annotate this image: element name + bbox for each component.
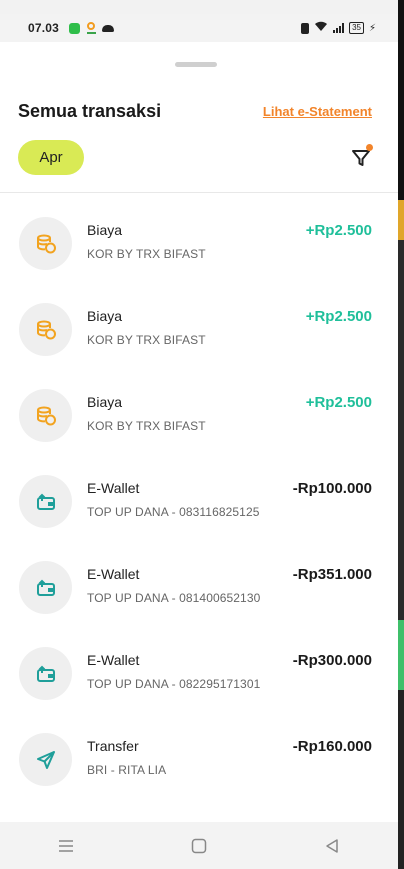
background-strip (398, 620, 404, 690)
transaction-row[interactable]: E-Wallet TOP UP DANA - 082295171301 -Rp3… (0, 622, 398, 708)
location-app-icon (86, 22, 97, 34)
wifi-icon (314, 21, 328, 35)
transaction-title: Transfer (87, 738, 139, 754)
filter-icon[interactable] (350, 144, 373, 169)
transaction-title: Biaya (87, 222, 123, 238)
background-strip (398, 200, 404, 240)
e-statement-link[interactable]: Lihat e-Statement (263, 104, 372, 119)
phone-screen: 07.03 35 ⚡ Semua transaksi Lihat e-State… (0, 0, 398, 869)
coin-stack-icon (19, 217, 72, 270)
wallet-topup-icon (19, 561, 72, 614)
page-title: Semua transaksi (18, 101, 162, 121)
transaction-row[interactable]: Biaya KOR BY TRX BIFAST +Rp2.500 (0, 278, 398, 364)
transaction-title: Biaya (87, 394, 123, 410)
drag-handle[interactable] (175, 62, 217, 67)
coin-stack-icon (19, 389, 72, 442)
coin-stack-icon (19, 303, 72, 356)
transaction-row[interactable]: Transfer BRI - RITA LIA -Rp160.000 (0, 708, 398, 794)
charging-icon: ⚡ (368, 22, 376, 34)
app-notification-icon (69, 22, 81, 34)
transaction-description: TOP UP DANA - 083116825125 (87, 505, 260, 519)
system-icons: 35 ⚡ (301, 21, 376, 35)
transaction-description: KOR BY TRX BIFAST (87, 247, 206, 261)
wallet-topup-icon (19, 475, 72, 528)
transaction-description: KOR BY TRX BIFAST (87, 333, 206, 347)
transaction-row[interactable]: E-Wallet TOP UP DANA - 083116825125 -Rp1… (0, 450, 398, 536)
wallet-topup-icon (19, 647, 72, 700)
transaction-row[interactable]: Biaya KOR BY TRX BIFAST +Rp2.500 (0, 364, 398, 450)
signal-icon (333, 23, 345, 33)
transaction-description: TOP UP DANA - 081400652130 (87, 591, 261, 605)
transaction-title: Biaya (87, 308, 123, 324)
transaction-title: E-Wallet (87, 480, 140, 496)
vibrate-icon (301, 22, 310, 34)
status-bar: 07.03 35 ⚡ (0, 14, 398, 42)
transaction-amount: -Rp300.000 (292, 652, 372, 669)
system-nav-bar (0, 822, 398, 869)
background-strip (398, 690, 404, 869)
notification-icons (69, 22, 115, 34)
back-icon[interactable] (312, 831, 352, 861)
transaction-title: E-Wallet (87, 652, 140, 668)
status-time: 07.03 (28, 21, 60, 35)
cloud-icon (102, 24, 115, 32)
home-icon[interactable] (179, 831, 219, 861)
transaction-title: E-Wallet (87, 566, 140, 582)
transaction-row[interactable]: E-Wallet TOP UP DANA - 081400652130 -Rp3… (0, 536, 398, 622)
month-filter-chip[interactable]: Apr (18, 140, 84, 175)
menu-icon[interactable] (46, 831, 86, 861)
transaction-amount: +Rp2.500 (305, 222, 372, 239)
transaction-row[interactable]: Biaya KOR BY TRX BIFAST +Rp2.500 (0, 192, 398, 278)
transactions-sheet: Semua transaksi Lihat e-Statement Apr Bi… (0, 42, 398, 822)
background-strip (398, 240, 404, 620)
transaction-amount: +Rp2.500 (305, 394, 372, 411)
transaction-description: KOR BY TRX BIFAST (87, 419, 206, 433)
battery-icon: 35 (349, 22, 364, 34)
transaction-list: Biaya KOR BY TRX BIFAST +Rp2.500 Biaya K… (0, 192, 398, 794)
transaction-amount: -Rp160.000 (292, 738, 372, 755)
transaction-amount: -Rp351.000 (292, 566, 372, 583)
transaction-description: TOP UP DANA - 082295171301 (87, 677, 261, 691)
transaction-description: BRI - RITA LIA (87, 763, 167, 777)
background-strip (398, 0, 404, 200)
transaction-amount: -Rp100.000 (292, 480, 372, 497)
transaction-amount: +Rp2.500 (305, 308, 372, 325)
send-icon (19, 733, 72, 786)
filter-active-dot (366, 144, 373, 151)
